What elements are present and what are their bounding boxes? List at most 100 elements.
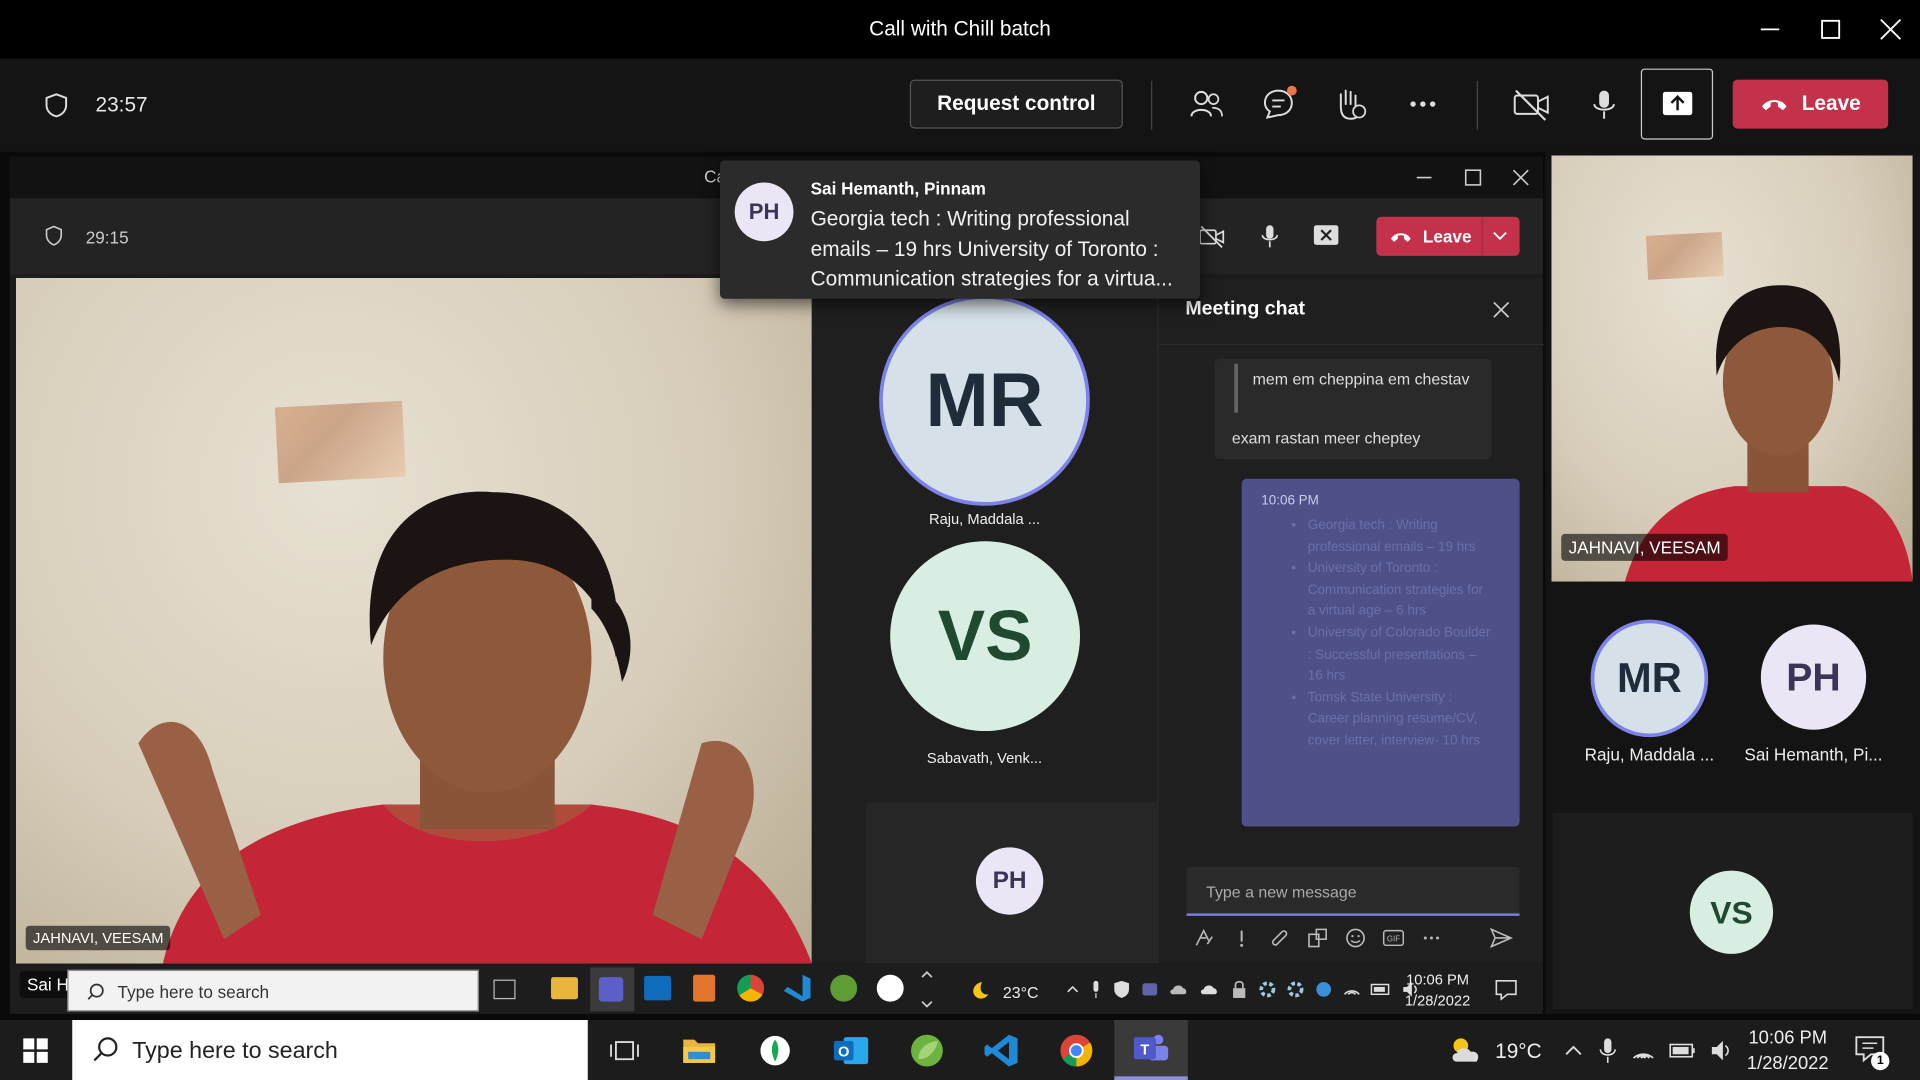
inner-leave-button: Leave	[1376, 216, 1520, 256]
chat-reply-text: exam rastan meer cheptey	[1231, 428, 1421, 447]
vscode-button[interactable]	[965, 1020, 1038, 1080]
chat-button[interactable]	[1258, 83, 1300, 125]
spring-tools-button[interactable]	[890, 1020, 963, 1080]
chevron-up-icon	[1067, 985, 1079, 993]
participant-name: Sabavath, Venk...	[926, 749, 1043, 767]
my-chat-message: 10:06 PM Georgia tech : Writing professi…	[1241, 478, 1520, 827]
minimize-button[interactable]	[1753, 12, 1787, 46]
search-icon	[93, 1037, 118, 1062]
microphone-icon	[1593, 90, 1615, 119]
request-control-button[interactable]: Request control	[909, 79, 1123, 129]
teams-icon: T	[1133, 1034, 1169, 1061]
chat-compose-toolbar: GIF	[1193, 927, 1443, 949]
taskbar-date: 1/28/2022	[1746, 1053, 1829, 1074]
outlook-icon	[644, 975, 672, 1001]
maximize-button[interactable]	[1813, 12, 1847, 46]
camera-off-icon	[1513, 89, 1549, 121]
chat-notification[interactable]: PH Sai Hemanth, Pinnam Georgia tech : Wr…	[720, 160, 1201, 299]
moon-weather-icon	[973, 982, 989, 999]
task-view-icon	[610, 1040, 639, 1060]
chat-title: Meeting chat	[1185, 298, 1306, 320]
cloud-icon	[1200, 985, 1217, 995]
meeting-chat-panel: Meeting chat mem em cheppina em chestav …	[1157, 277, 1545, 964]
inner-system-tray	[1065, 980, 1420, 1000]
inner-shield-icon	[45, 225, 63, 246]
task-view-button[interactable]	[588, 1020, 661, 1080]
taskbar-clock[interactable]: 10:06 PM 1/28/2022	[1736, 1025, 1839, 1076]
spring-leaf-icon	[911, 1034, 943, 1066]
volume-icon	[1711, 1040, 1729, 1061]
format-icon	[1195, 928, 1213, 946]
tray-mic-icon	[1093, 980, 1099, 998]
inner-timer: 29:15	[85, 227, 129, 248]
maximize-icon	[1821, 19, 1841, 39]
participant-tile: PH	[865, 802, 1158, 964]
vscode-icon	[984, 1034, 1018, 1066]
more-icon	[1410, 101, 1436, 107]
wifi-icon	[1343, 990, 1360, 995]
people-button[interactable]	[1185, 83, 1227, 125]
lock-icon	[1233, 980, 1246, 998]
toolbar-divider	[1151, 80, 1153, 130]
inner-date: 1/28/2022	[1404, 991, 1471, 1009]
mongodb-button[interactable]	[738, 1020, 811, 1080]
participant-gallery: MR Raju, Maddala ... VS Sabavath, Venk..…	[811, 277, 1158, 964]
participant-name: Raju, Maddala ...	[928, 510, 1041, 528]
outlook-button[interactable]: O	[814, 1020, 887, 1080]
chat-icon	[1263, 85, 1297, 119]
notification-avatar: PH	[734, 182, 794, 242]
microphone-button[interactable]	[1583, 83, 1625, 125]
right-participant-tile: VS	[1552, 813, 1913, 1009]
avatar-ph: PH	[975, 847, 1044, 915]
right-avatar-mr: MR	[1590, 619, 1709, 738]
teams-icon	[598, 977, 624, 1002]
chat-bullet: University of Toronto : Communication st…	[1308, 559, 1492, 624]
close-icon	[1880, 18, 1902, 40]
taskbar-search-placeholder: Type here to search	[132, 1038, 338, 1065]
share-button[interactable]	[1640, 68, 1714, 140]
right-participant-name: Sai Hemanth, Pi...	[1744, 744, 1883, 765]
avatar-vs: VS	[890, 541, 1081, 732]
inner-search-box: Type here to search	[67, 969, 479, 1012]
camera-button[interactable]	[1511, 83, 1553, 125]
teams-button[interactable]: T	[1114, 1020, 1188, 1080]
action-center-button[interactable]: 1	[1854, 1035, 1891, 1071]
chat-message-input: Type a new message	[1186, 866, 1520, 916]
hang-up-icon	[1762, 100, 1788, 111]
inner-windows-taskbar: Sai Hemanth, Pinnam Type here to search …	[9, 964, 1543, 1014]
battery-icon	[1370, 983, 1390, 996]
chat-message-time: 10:06 PM	[1261, 493, 1319, 509]
window-title: Call with Chill batch	[869, 17, 1051, 41]
more-options-button[interactable]	[1402, 83, 1444, 125]
wifi-icon	[1632, 1053, 1654, 1059]
right-avatar-ph: PH	[1760, 624, 1867, 730]
onedrive-icon	[1170, 985, 1187, 995]
gear-icon	[1287, 981, 1304, 998]
battery-icon	[1669, 1043, 1695, 1058]
close-button[interactable]	[1873, 12, 1907, 46]
svg-text:O: O	[838, 1044, 849, 1060]
file-explorer-button[interactable]	[662, 1020, 735, 1080]
taskbar-search-box[interactable]: Type here to search	[72, 1020, 588, 1080]
raise-hand-icon	[1339, 89, 1367, 120]
chrome-button[interactable]	[1040, 1020, 1113, 1080]
start-button[interactable]	[0, 1020, 71, 1080]
right-participant-name: Raju, Maddala ...	[1584, 744, 1715, 765]
inner-stop-share-icon	[1313, 225, 1339, 245]
window-title-bar: Call with Chill batch	[0, 0, 1920, 59]
windows-taskbar: Type here to search O T 19°C 10:06 PM 1/…	[0, 1020, 1920, 1080]
inner-close-icon	[1512, 169, 1529, 186]
reactions-button[interactable]	[1330, 83, 1372, 125]
leave-button[interactable]: Leave	[1732, 79, 1889, 129]
task-view-icon	[493, 979, 516, 1000]
notification-count-badge: 1	[1871, 1051, 1890, 1071]
inner-search-icon	[87, 983, 104, 1000]
mongodb-icon	[760, 1035, 790, 1065]
chat-close-icon	[1493, 301, 1510, 318]
outlook-icon: O	[833, 1036, 869, 1064]
chrome-icon	[1060, 1034, 1093, 1066]
chat-bullet: Georgia tech : Writing professional emai…	[1308, 516, 1492, 559]
chat-divider	[1158, 344, 1545, 346]
main-video-name-tag: JAHNAVI, VEESAM	[25, 925, 171, 951]
share-screen-icon	[1662, 91, 1692, 116]
